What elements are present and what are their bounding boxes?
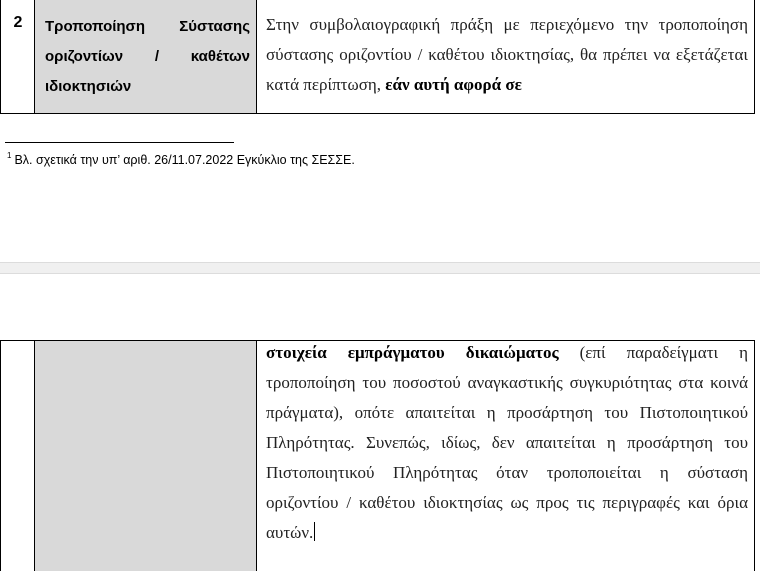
page-break: [0, 262, 760, 274]
row-title-cell: Τροποποίηση Σύστασης οριζοντίων / καθέτω…: [35, 0, 257, 113]
row-number-cell: 2: [1, 0, 35, 113]
table-row-continued: στοιχεία εμπράγματου δικαιώματος (επί πα…: [0, 340, 755, 571]
row-body-text-continued[interactable]: στοιχεία εμπράγματου δικαιώματος (επί πα…: [266, 338, 748, 548]
row-body-text[interactable]: Στην συμβολαιογραφική πράξη με περιεχόμε…: [266, 10, 748, 100]
body-bold-text-continued: στοιχεία εμπράγματου δικαιώματος: [266, 343, 559, 362]
footnote-separator: [5, 142, 234, 143]
row-title: Τροποποίηση Σύστασης οριζοντίων / καθέτω…: [45, 18, 250, 95]
body-plain-text-continued: (επί παραδείγματι η τροποποίηση του ποσο…: [266, 343, 748, 542]
table-row-top: 2 Τροποποίηση Σύστασης οριζοντίων / καθέ…: [0, 0, 755, 114]
text-cursor: [314, 522, 316, 541]
footnote-text: Βλ. σχετικά την υπ’ αριθ. 26/11.07.2022 …: [14, 153, 355, 167]
row-number-cell-continued: [1, 341, 35, 571]
row-title-cell-continued: [35, 341, 257, 571]
footnote-marker: 1: [7, 151, 12, 160]
row-number: 2: [13, 14, 23, 31]
row-body-cell: Στην συμβολαιογραφική πράξη με περιεχόμε…: [257, 0, 754, 113]
footnote: 1 Βλ. σχετικά την υπ’ αριθ. 26/11.07.2022…: [7, 151, 355, 167]
document-page: 2 Τροποποίηση Σύστασης οριζοντίων / καθέ…: [0, 0, 760, 571]
body-bold-text: εάν αυτή αφορά σε: [385, 75, 522, 94]
row-body-cell-continued: στοιχεία εμπράγματου δικαιώματος (επί πα…: [257, 341, 754, 571]
